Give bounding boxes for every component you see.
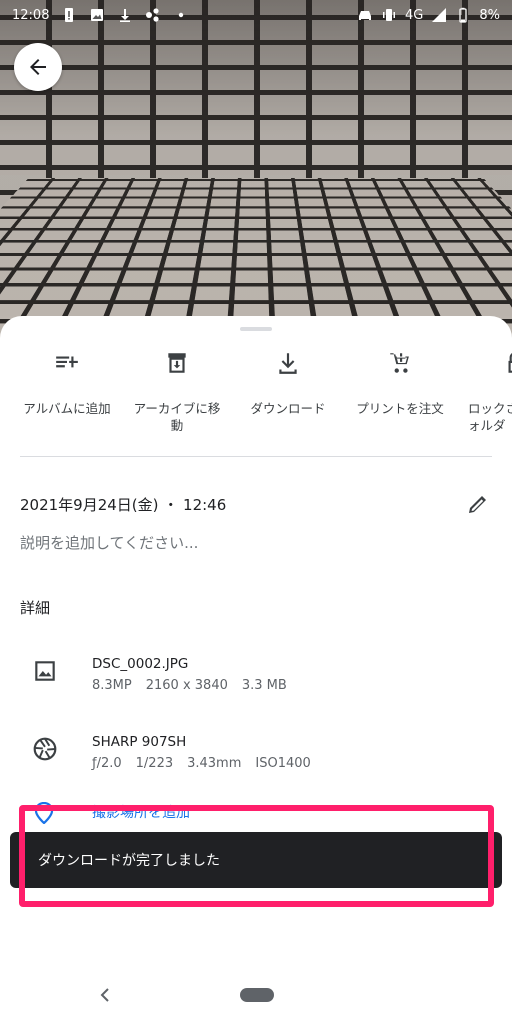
camera-info-row: SHARP 907SH ƒ/2.0 1/223 3.43mm ISO1400 bbox=[0, 734, 512, 784]
archive-label: アーカイブに移 動 bbox=[133, 401, 221, 433]
file-info-row: DSC_0002.JPG 8.3MP 2160 x 3840 3.3 MB bbox=[0, 656, 512, 706]
image-file-icon bbox=[32, 658, 58, 684]
edit-datetime-button[interactable] bbox=[466, 492, 490, 516]
download-icon bbox=[275, 350, 301, 376]
alert-icon bbox=[61, 7, 77, 23]
camera-iso: ISO1400 bbox=[255, 756, 311, 771]
archive-button[interactable]: アーカイブに移 動 bbox=[122, 346, 232, 434]
dot-icon bbox=[173, 7, 189, 23]
vibrate-icon bbox=[381, 7, 397, 23]
camera-aperture-icon bbox=[32, 736, 58, 762]
camera-model: SHARP 907SH bbox=[92, 734, 187, 750]
network-type: 4G bbox=[405, 7, 424, 23]
file-name: DSC_0002.JPG bbox=[92, 656, 189, 672]
nav-home-button[interactable] bbox=[240, 988, 274, 1002]
order-prints-label: プリントを注文 bbox=[356, 401, 444, 416]
info-sheet: アルバムに追加 アーカイブに移 動 ダウンロード プリントを注文 ロックさ ォル… bbox=[0, 316, 512, 1024]
lock-icon bbox=[502, 350, 512, 376]
description-input[interactable]: 説明を追加してください... bbox=[20, 532, 198, 553]
drag-handle[interactable] bbox=[240, 327, 272, 331]
pencil-icon bbox=[466, 492, 490, 516]
camera-shutter: 1/223 bbox=[135, 756, 174, 771]
camera-focal-length: 3.43mm bbox=[187, 756, 242, 771]
file-resolution: 2160 x 3840 bbox=[145, 678, 228, 693]
file-megapixels: 8.3MP bbox=[92, 678, 132, 693]
camera-aperture: ƒ/2.0 bbox=[92, 756, 122, 771]
highlight-annotation bbox=[19, 805, 494, 907]
details-heading: 詳細 bbox=[20, 599, 51, 617]
signal-icon bbox=[431, 7, 447, 23]
locked-folder-label: ロックさ ォルダ bbox=[468, 401, 512, 433]
action-row: アルバムに追加 アーカイブに移 動 ダウンロード プリントを注文 ロックさ ォル… bbox=[0, 346, 512, 436]
status-time: 12:08 bbox=[12, 7, 50, 23]
download-icon bbox=[117, 7, 133, 23]
playlist-add-icon bbox=[54, 350, 80, 376]
battery-icon bbox=[455, 7, 471, 23]
chevron-left-icon bbox=[96, 984, 114, 1006]
share-icon bbox=[145, 7, 161, 23]
archive-icon bbox=[164, 350, 190, 376]
order-prints-button[interactable]: プリントを注文 bbox=[345, 346, 455, 417]
photo-datetime: 2021年9月24日(金) ・ 12:46 bbox=[20, 496, 227, 514]
cart-icon bbox=[387, 350, 413, 376]
file-size: 3.3 MB bbox=[241, 678, 287, 693]
image-icon bbox=[89, 7, 105, 23]
photo-preview[interactable] bbox=[0, 0, 512, 340]
add-to-album-label: アルバムに追加 bbox=[23, 401, 111, 416]
back-button[interactable] bbox=[14, 43, 62, 91]
divider bbox=[20, 456, 492, 457]
car-icon bbox=[357, 7, 373, 23]
add-to-album-button[interactable]: アルバムに追加 bbox=[12, 346, 122, 417]
battery-level: 8% bbox=[479, 7, 500, 23]
photo-shade bbox=[0, 0, 512, 340]
download-label: ダウンロード bbox=[250, 401, 326, 416]
camera-specs: ƒ/2.0 1/223 3.43mm ISO1400 bbox=[92, 756, 311, 771]
nav-back-button[interactable] bbox=[96, 984, 114, 1006]
file-specs: 8.3MP 2160 x 3840 3.3 MB bbox=[92, 678, 287, 693]
status-bar: 12:08 4G 8% bbox=[0, 0, 512, 30]
locked-folder-button[interactable]: ロックさ ォルダ bbox=[450, 346, 512, 434]
download-button[interactable]: ダウンロード bbox=[233, 346, 343, 417]
arrow-back-icon bbox=[26, 55, 50, 79]
